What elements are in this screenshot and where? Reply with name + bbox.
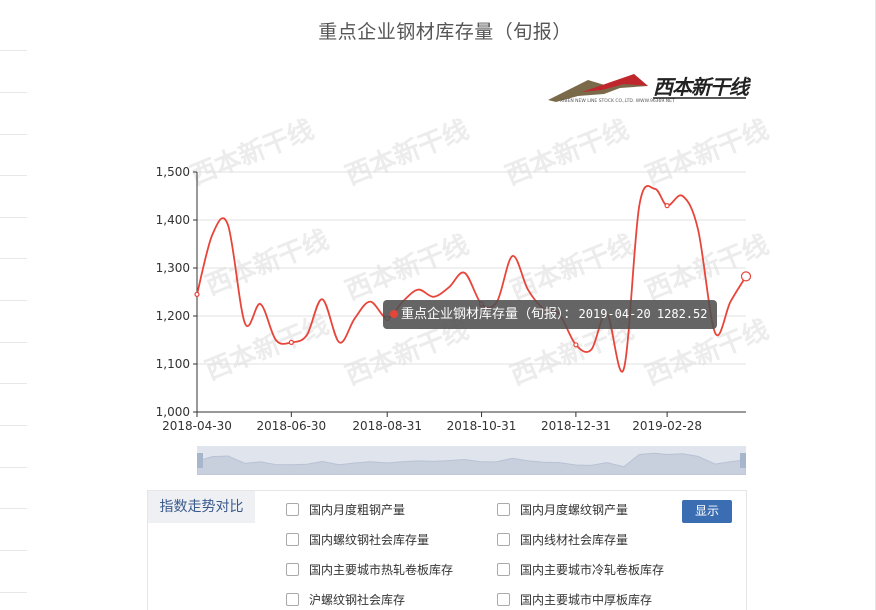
tooltip-date: 2019-04-20 <box>578 307 651 321</box>
data-point <box>194 291 200 297</box>
compare-option[interactable]: 国内月度粗钢产量 <box>286 499 405 519</box>
data-point <box>573 342 579 348</box>
compare-option-checkbox[interactable] <box>497 592 510 606</box>
compare-option-label: 沪螺纹钢社会库存 <box>309 592 406 607</box>
tooltip-value: 1282.52 <box>656 307 708 321</box>
y-tick-label: 1,000 <box>156 405 190 419</box>
compare-option-label: 国内螺纹钢社会库存量 <box>309 532 430 547</box>
y-tick-label: 1,400 <box>156 213 190 227</box>
x-tick-label: 2018-08-31 <box>352 419 422 433</box>
show-button[interactable]: 显示 <box>682 500 732 523</box>
data-point <box>288 339 294 345</box>
compare-option-label: 国内主要城市冷轧卷板库存 <box>520 562 665 577</box>
compare-panel: 指数走势对比 国内月度粗钢产量 国内月度螺纹钢产量国内螺纹钢社会库存量 国内线材社会… <box>147 490 747 610</box>
compare-panel-header: 指数走势对比 <box>148 491 255 523</box>
data-point <box>740 271 752 282</box>
y-tick-label: 1,200 <box>156 309 190 323</box>
compare-option-checkbox[interactable] <box>286 502 299 516</box>
compare-option-label: 国内月度螺纹钢产量 <box>520 502 629 517</box>
x-tick-label: 2018-10-31 <box>447 419 517 433</box>
y-tick-label: 1,500 <box>156 165 190 179</box>
compare-option-checkbox[interactable] <box>497 502 510 516</box>
y-tick-label: 1,300 <box>156 261 190 275</box>
zoom-handle-left[interactable] <box>197 453 203 468</box>
watermark-text: 西本新干线 <box>201 224 333 301</box>
data-point <box>664 203 670 209</box>
compare-option[interactable]: 国内主要城市热轧卷板库存 <box>286 559 453 579</box>
watermark-text: 西本新干线 <box>501 114 633 191</box>
compare-option-label: 国内主要城市中厚板库存 <box>520 592 653 607</box>
x-tick-label: 2018-04-30 <box>162 419 232 433</box>
compare-option[interactable]: 沪螺纹钢社会库存 <box>286 589 405 609</box>
compare-option-checkbox[interactable] <box>497 532 510 546</box>
compare-option-label: 国内主要城市热轧卷板库存 <box>309 562 454 577</box>
page-root: 重点企业钢材库存量（旬报） XIBEN NEW LINE STOCK CO.,L… <box>0 0 876 610</box>
compare-option-checkbox[interactable] <box>286 532 299 546</box>
compare-option-checkbox[interactable] <box>286 592 299 606</box>
compare-option-checkbox[interactable] <box>286 562 299 576</box>
y-tick-labels: 1,000 1,100 1,200 1,300 1,400 1,500 <box>156 165 190 419</box>
data-zoom-slider[interactable] <box>197 446 746 475</box>
y-tick-label: 1,100 <box>156 357 190 371</box>
x-tick-labels: 2018-04-30 2018-06-30 2018-08-31 2018-10-31… <box>162 412 702 433</box>
compare-option[interactable]: 国内线材社会库存量 <box>497 529 628 549</box>
x-tick-label: 2018-12-31 <box>541 419 611 433</box>
compare-option-label: 国内月度粗钢产量 <box>309 502 406 517</box>
x-tick-label: 2018-06-30 <box>256 419 326 433</box>
tooltip-series: 重点企业钢材库存量（旬报）： <box>401 307 577 322</box>
compare-option-checkbox[interactable] <box>497 562 510 576</box>
compare-option[interactable]: 国内主要城市冷轧卷板库存 <box>497 559 664 579</box>
compare-option[interactable]: 国内螺纹钢社会库存量 <box>286 529 429 549</box>
compare-option-label: 国内线材社会库存量 <box>520 532 629 547</box>
watermark-text: 西本新干线 <box>641 114 773 191</box>
compare-option[interactable]: 国内主要城市中厚板库存 <box>497 589 652 609</box>
data-tooltip: 重点企业钢材库存量（旬报）： 2019-04-20 1282.52 <box>383 300 718 329</box>
zoom-handle-right[interactable] <box>740 453 746 468</box>
watermark-text: 西本新干线 <box>186 114 318 191</box>
watermark-layer: 西本新干线 西本新干线 西本新干线 西本新干线西本新干线 西本新干线 西本新干线 西本新干线… <box>186 114 773 391</box>
watermark-text: 西本新干线 <box>341 114 473 191</box>
tooltip-dot <box>390 310 398 318</box>
compare-option[interactable]: 国内月度螺纹钢产量 <box>497 499 628 519</box>
x-tick-label: 2019-02-28 <box>632 419 702 433</box>
